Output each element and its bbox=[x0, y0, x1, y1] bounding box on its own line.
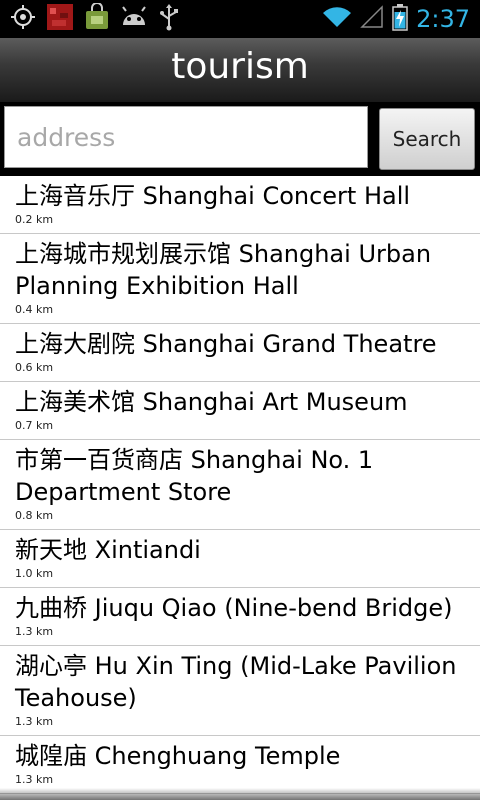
place-distance: 1.3 km bbox=[15, 773, 54, 786]
place-distance: 0.8 km bbox=[15, 509, 54, 522]
place-name: 上海城市规划展示馆 Shanghai Urban Planning Exhibi… bbox=[15, 240, 432, 300]
market-bag-icon bbox=[84, 2, 110, 35]
place-name: 九曲桥 Jiuqu Qiao (Nine-bend Bridge) bbox=[15, 594, 453, 622]
app-title: tourism bbox=[171, 46, 309, 87]
android-debug-icon bbox=[120, 5, 148, 33]
list-item[interactable]: 湖心亭 Hu Xin Ting (Mid-Lake Pavilion Teaho… bbox=[0, 646, 480, 736]
place-name: 市第一百货商店 Shanghai No. 1 Department Store bbox=[15, 446, 374, 506]
place-distance: 0.6 km bbox=[15, 361, 54, 374]
status-bar: 2:37 bbox=[0, 0, 480, 38]
list-item[interactable]: 上海大剧院 Shanghai Grand Theatre 0.6 km bbox=[0, 324, 480, 382]
no-signal-icon bbox=[360, 5, 384, 33]
place-name: 新天地 Xintiandi bbox=[15, 536, 201, 564]
title-bar: tourism bbox=[0, 38, 480, 102]
clock: 2:37 bbox=[416, 5, 470, 33]
place-name: 上海美术馆 Shanghai Art Museum bbox=[15, 388, 408, 416]
search-button[interactable]: Search bbox=[379, 108, 475, 170]
search-bar: Search bbox=[0, 102, 480, 176]
wifi-icon bbox=[322, 5, 352, 33]
list-item[interactable]: 城隍庙 Chenghuang Temple 1.3 km bbox=[0, 736, 480, 794]
gps-icon bbox=[10, 4, 36, 34]
place-distance: 0.7 km bbox=[15, 419, 54, 432]
notification-icons bbox=[10, 2, 180, 35]
system-icons: 2:37 bbox=[322, 0, 470, 38]
red-app-icon bbox=[46, 3, 74, 35]
list-item[interactable]: 上海美术馆 Shanghai Art Museum 0.7 km bbox=[0, 382, 480, 440]
places-list[interactable]: 上海音乐厅 Shanghai Concert Hall 0.2 km 上海城市规… bbox=[0, 176, 480, 800]
list-item[interactable]: 上海城市规划展示馆 Shanghai Urban Planning Exhibi… bbox=[0, 234, 480, 324]
place-distance: 0.2 km bbox=[15, 213, 54, 226]
address-input[interactable] bbox=[4, 106, 368, 168]
list-item[interactable]: 新天地 Xintiandi 1.0 km bbox=[0, 530, 480, 588]
place-distance: 1.3 km bbox=[15, 625, 54, 638]
place-distance: 1.0 km bbox=[15, 567, 54, 580]
place-name: 上海大剧院 Shanghai Grand Theatre bbox=[15, 330, 437, 358]
list-fade-edge bbox=[0, 788, 480, 800]
list-item[interactable]: 九曲桥 Jiuqu Qiao (Nine-bend Bridge) 1.3 km bbox=[0, 588, 480, 646]
place-name: 湖心亭 Hu Xin Ting (Mid-Lake Pavilion Teaho… bbox=[15, 652, 457, 712]
place-name: 上海音乐厅 Shanghai Concert Hall bbox=[15, 182, 411, 210]
place-name: 城隍庙 Chenghuang Temple bbox=[15, 742, 341, 770]
usb-icon bbox=[158, 3, 180, 35]
list-item[interactable]: 上海音乐厅 Shanghai Concert Hall 0.2 km bbox=[0, 176, 480, 234]
place-distance: 0.4 km bbox=[15, 303, 54, 316]
place-distance: 1.3 km bbox=[15, 715, 54, 728]
battery-charging-icon bbox=[392, 3, 408, 35]
list-item[interactable]: 市第一百货商店 Shanghai No. 1 Department Store … bbox=[0, 440, 480, 530]
